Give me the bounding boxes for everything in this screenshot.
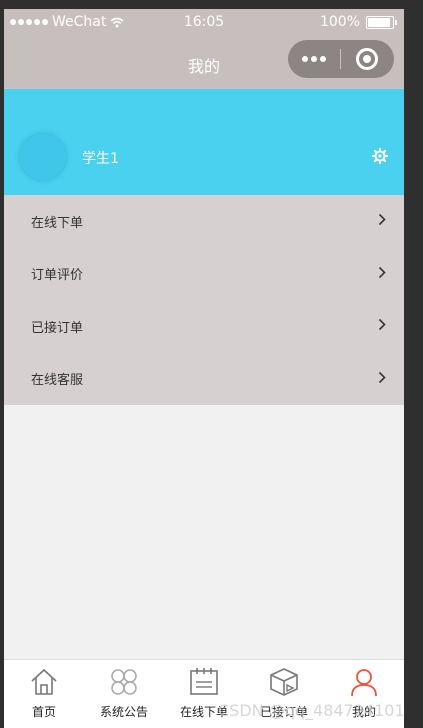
close-mini-program-button[interactable] <box>341 48 393 70</box>
battery-icon <box>366 15 397 29</box>
chevron-right-icon <box>378 213 386 226</box>
home-icon <box>31 668 57 695</box>
menu-item-label: 在线下单 <box>31 215 84 231</box>
chevron-right-icon <box>378 266 386 278</box>
more-options-icon[interactable] <box>288 56 340 62</box>
user-icon <box>351 669 377 697</box>
menu-item-accepted-orders[interactable]: 已接订单 <box>4 300 404 353</box>
target-icon <box>356 48 378 70</box>
tab-announcements[interactable]: 系统公告 <box>84 660 164 728</box>
box-icon <box>270 668 298 696</box>
battery-indicator: 100% <box>319 14 397 30</box>
menu-item-label: 订单评价 <box>31 268 84 284</box>
tab-label: 系统公告 <box>99 705 148 719</box>
profile-header: 学生1 <box>4 89 404 195</box>
mini-program-capsule <box>288 40 394 78</box>
gear-icon[interactable] <box>372 148 388 164</box>
calendar-icon <box>190 668 218 695</box>
avatar[interactable] <box>20 134 66 180</box>
status-bar: WeChat 16:05 100% <box>4 9 404 37</box>
chevron-right-icon <box>378 371 386 383</box>
watermark: CSDN @qq_484724101 <box>218 701 405 720</box>
menu-item-place-order[interactable]: 在线下单 <box>4 195 404 248</box>
chevron-right-icon <box>378 318 386 331</box>
nav-bar: 我的 <box>4 37 404 89</box>
username: 学生1 <box>82 151 119 167</box>
menu-item-label: 在线客服 <box>31 373 84 389</box>
battery-percent: 100% <box>319 14 360 30</box>
tab-home[interactable]: 首页 <box>4 660 84 728</box>
menu-list: 在线下单 订单评价 已接订单 在线客服 <box>4 195 404 405</box>
menu-item-order-review[interactable]: 订单评价 <box>4 248 404 301</box>
phone-screen: WeChat 16:05 100% 我的 学生1 在线下单 订单评价 已接订单 … <box>4 9 404 728</box>
tab-label: 首页 <box>31 705 56 719</box>
menu-item-label: 已接订单 <box>31 320 84 336</box>
clover-icon <box>111 669 137 695</box>
menu-item-customer-service[interactable]: 在线客服 <box>4 353 404 406</box>
